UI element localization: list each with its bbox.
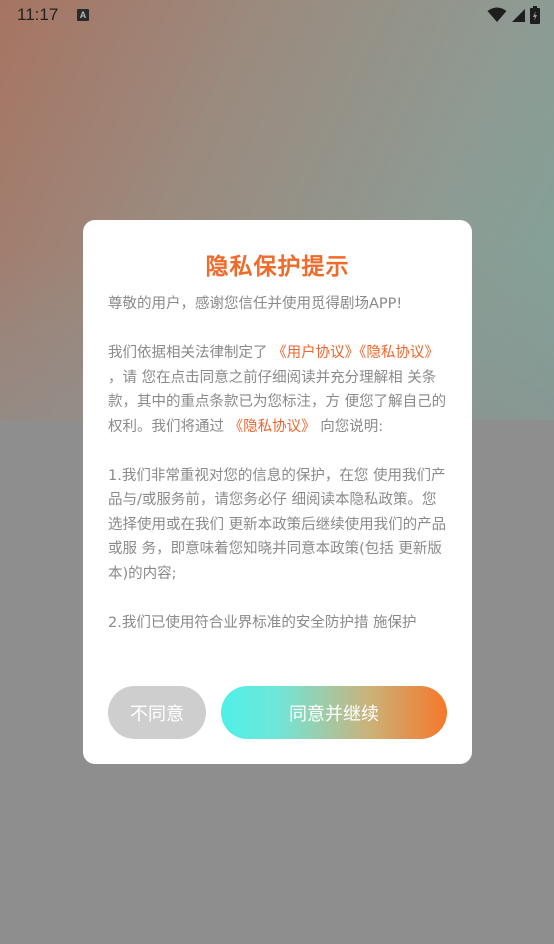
status-time: 11:17	[17, 5, 59, 24]
privacy-dialog: 隐私保护提示 尊敬的用户，感谢您信任并使用觅得剧场APP! 我们依据相关法律制定…	[83, 220, 472, 764]
user-agreement-link[interactable]: 《用户协议》	[272, 345, 359, 361]
notification-badge-icon: A	[77, 9, 89, 21]
dialog-title: 隐私保护提示	[205, 254, 350, 280]
dialog-body-scroll[interactable]: 尊敬的用户，感谢您信任并使用觅得剧场APP! 我们依据相关法律制定了 《用户协议…	[108, 292, 448, 658]
wifi-icon	[487, 7, 507, 22]
screen: 11:17 A 隐私保护提示 尊敬的用户，感谢您信任并使用觅得剧场APP! 我们…	[0, 0, 554, 944]
agreement-paragraph: 我们依据相关法律制定了 《用户协议》《隐私协议》 ，请 您在点击同意之前仔细阅读…	[108, 341, 448, 439]
status-icons	[487, 6, 540, 24]
agreement-text-suffix: 向您说明:	[315, 418, 384, 435]
cell-signal-icon	[512, 8, 525, 22]
battery-icon	[530, 6, 540, 24]
disagree-button[interactable]: 不同意	[108, 686, 206, 739]
greeting-text: 尊敬的用户，感谢您信任并使用觅得剧场APP!	[108, 296, 403, 312]
policy-item-1: 1.我们非常重视对您的信息的保护，在您 使用我们产品与/或服务前，请您务必仔 细…	[108, 467, 447, 582]
status-bar: 11:17 A	[0, 0, 554, 32]
agreement-text-prefix: 我们依据相关法律制定了	[108, 345, 273, 361]
privacy-agreement-link[interactable]: 《隐私协议》	[359, 345, 439, 361]
privacy-agreement-link-2[interactable]: 《隐私协议》	[229, 419, 316, 435]
agree-continue-button[interactable]: 同意并继续	[221, 686, 447, 739]
policy-item-2: 2.我们已使用符合业界标准的安全防护措 施保护	[108, 614, 417, 631]
